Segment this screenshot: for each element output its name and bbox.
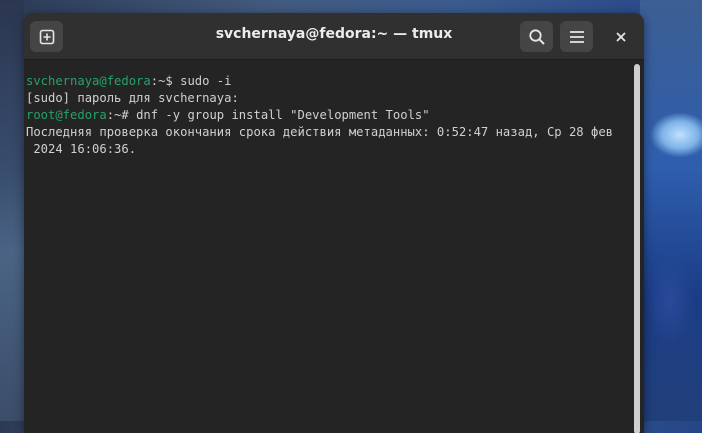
command-text: dnf -y group install "Development Tools" <box>136 108 430 122</box>
scrollbar-thumb[interactable] <box>634 64 640 433</box>
search-icon <box>528 28 546 46</box>
main-menu-button[interactable] <box>560 21 593 52</box>
headerbar: svchernaya@fedora:~ — tmux <box>24 13 644 60</box>
close-icon <box>615 27 626 46</box>
terminal-line-5: 2024 16:06:36. <box>26 142 137 156</box>
prompt-user: root@fedora <box>26 108 107 122</box>
prompt-separator: :~$ <box>150 74 181 88</box>
desktop-background-right <box>640 0 702 421</box>
search-button[interactable] <box>520 21 553 52</box>
new-tab-button[interactable] <box>30 21 63 52</box>
window-title: svchernaya@fedora:~ — tmux <box>215 26 453 42</box>
terminal-line-1: svchernaya@fedora:~$ sudo -i <box>26 73 231 90</box>
hamburger-menu-icon <box>569 30 585 44</box>
terminal-line-3: root@fedora:~# dnf -y group install "Dev… <box>26 107 430 124</box>
close-window-button[interactable] <box>604 21 637 52</box>
new-tab-icon <box>39 29 55 45</box>
terminal-output[interactable]: svchernaya@fedora:~$ sudo -i [sudo] паро… <box>24 60 632 433</box>
prompt-separator: :~# <box>106 108 137 122</box>
terminal-window: svchernaya@fedora:~ — tmux svchernaya@fe… <box>24 13 644 433</box>
terminal-line-4: Последняя проверка окончания срока дейст… <box>26 125 613 139</box>
terminal-scrollbar[interactable] <box>632 61 642 433</box>
terminal-line-2: [sudo] пароль для svchernaya: <box>26 91 239 105</box>
prompt-user: svchernaya@fedora <box>26 74 151 88</box>
command-text: sudo -i <box>180 74 232 88</box>
desktop-background-left <box>0 0 24 421</box>
